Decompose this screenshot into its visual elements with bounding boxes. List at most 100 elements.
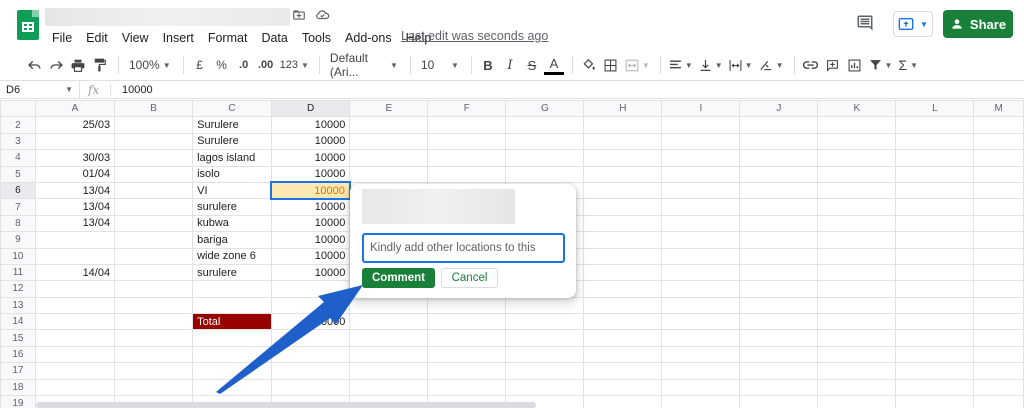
cell-f17[interactable] — [427, 362, 507, 380]
row-header[interactable]: 4 — [0, 149, 36, 167]
column-header-a[interactable]: A — [34, 100, 116, 118]
cell-c14[interactable]: Total — [192, 313, 272, 331]
column-header-h[interactable]: H — [583, 100, 663, 118]
cell-m12[interactable] — [973, 280, 1024, 298]
row-header[interactable]: 8 — [0, 214, 36, 233]
cell-k18[interactable] — [817, 378, 897, 397]
menu-edit[interactable]: Edit — [84, 31, 110, 45]
column-header-k[interactable]: K — [817, 100, 897, 118]
cell-k6[interactable] — [817, 181, 897, 200]
cell-j7[interactable] — [739, 198, 819, 216]
cell-b3[interactable] — [114, 132, 194, 151]
cell-a11[interactable]: 14/04 — [34, 263, 116, 282]
cell-c7[interactable]: surulere — [192, 198, 272, 216]
cell-c2[interactable]: Surulere — [192, 116, 272, 134]
cell-i17[interactable] — [661, 362, 741, 380]
cell-h15[interactable] — [583, 329, 663, 347]
column-header-g[interactable]: G — [505, 100, 585, 118]
cell-k7[interactable] — [817, 198, 897, 216]
row-header[interactable]: 6 — [0, 181, 36, 200]
cell-j11[interactable] — [739, 263, 819, 282]
cell-b17[interactable] — [114, 362, 194, 380]
cell-h6[interactable] — [583, 181, 663, 200]
present-button[interactable]: ▼ — [893, 11, 933, 37]
column-header-j[interactable]: J — [739, 100, 819, 118]
cell-g3[interactable] — [505, 132, 585, 151]
decrease-decimal-button[interactable]: .0 — [234, 53, 254, 77]
cell-d14[interactable]: 00000 — [270, 313, 351, 331]
row-header[interactable]: 10 — [0, 247, 36, 265]
sheets-logo-icon[interactable] — [17, 10, 39, 40]
cell-l10[interactable] — [895, 247, 975, 265]
cell-h2[interactable] — [583, 116, 663, 134]
row-header[interactable]: 7 — [0, 198, 36, 216]
cell-a10[interactable] — [34, 247, 116, 265]
cell-b16[interactable] — [114, 345, 194, 364]
cell-c18[interactable] — [192, 378, 272, 397]
cell-i4[interactable] — [661, 149, 741, 167]
cell-k4[interactable] — [817, 149, 897, 167]
cell-g4[interactable] — [505, 149, 585, 167]
cell-a5[interactable]: 01/04 — [34, 165, 116, 183]
cell-e5[interactable] — [349, 165, 429, 183]
percent-format-button[interactable]: % — [212, 53, 232, 77]
cell-m2[interactable] — [973, 116, 1024, 134]
cell-i10[interactable] — [661, 247, 741, 265]
menu-tools[interactable]: Tools — [300, 31, 333, 45]
cell-k10[interactable] — [817, 247, 897, 265]
cell-a3[interactable] — [34, 132, 116, 151]
cell-d18[interactable] — [270, 378, 351, 397]
undo-icon[interactable] — [24, 53, 44, 77]
cell-h8[interactable] — [583, 214, 663, 233]
cell-j8[interactable] — [739, 214, 819, 233]
cell-k15[interactable] — [817, 329, 897, 347]
cell-c15[interactable] — [192, 329, 272, 347]
cell-l13[interactable] — [895, 296, 975, 315]
cell-i19[interactable] — [661, 395, 741, 408]
cell-f18[interactable] — [427, 378, 507, 397]
text-rotate-icon[interactable]: ▼ — [757, 53, 786, 77]
cell-f15[interactable] — [427, 329, 507, 347]
cell-c4[interactable]: lagos island — [192, 149, 272, 167]
cell-b2[interactable] — [114, 116, 194, 134]
cell-h18[interactable] — [583, 378, 663, 397]
cell-b13[interactable] — [114, 296, 194, 315]
cell-c12[interactable] — [192, 280, 272, 298]
cell-f16[interactable] — [427, 345, 507, 364]
increase-decimal-button[interactable]: .00 — [256, 53, 276, 77]
cell-j19[interactable] — [739, 395, 819, 408]
name-box[interactable]: D6 ▼ — [0, 81, 80, 99]
column-header-f[interactable]: F — [427, 100, 507, 118]
cell-m16[interactable] — [973, 345, 1024, 364]
cell-c11[interactable]: surulere — [192, 263, 272, 282]
comment-cancel-button[interactable]: Cancel — [441, 268, 498, 288]
cell-j6[interactable] — [739, 181, 819, 200]
cell-h17[interactable] — [583, 362, 663, 380]
column-header-m[interactable]: M — [973, 100, 1024, 118]
cell-k9[interactable] — [817, 231, 897, 249]
print-icon[interactable] — [68, 53, 88, 77]
cell-h7[interactable] — [583, 198, 663, 216]
cell-a9[interactable] — [34, 231, 116, 249]
cell-k3[interactable] — [817, 132, 897, 151]
cell-m5[interactable] — [973, 165, 1024, 183]
cell-k5[interactable] — [817, 165, 897, 183]
cell-c10[interactable]: wide zone 6 — [192, 247, 272, 265]
cell-h13[interactable] — [583, 296, 663, 315]
last-edit-link[interactable]: Last edit was seconds ago — [401, 29, 548, 43]
cell-b8[interactable] — [114, 214, 194, 233]
cell-h10[interactable] — [583, 247, 663, 265]
cell-i18[interactable] — [661, 378, 741, 397]
cell-i16[interactable] — [661, 345, 741, 364]
cell-h19[interactable] — [583, 395, 663, 408]
row-header[interactable]: 18 — [0, 378, 36, 397]
cell-i12[interactable] — [661, 280, 741, 298]
cell-l12[interactable] — [895, 280, 975, 298]
cell-a13[interactable] — [34, 296, 116, 315]
cell-a14[interactable] — [34, 313, 116, 331]
cell-b6[interactable] — [114, 181, 194, 200]
vertical-align-icon[interactable]: ▼ — [697, 53, 725, 77]
cell-m14[interactable] — [973, 313, 1024, 331]
cell-g17[interactable] — [505, 362, 585, 380]
cell-f5[interactable] — [427, 165, 507, 183]
